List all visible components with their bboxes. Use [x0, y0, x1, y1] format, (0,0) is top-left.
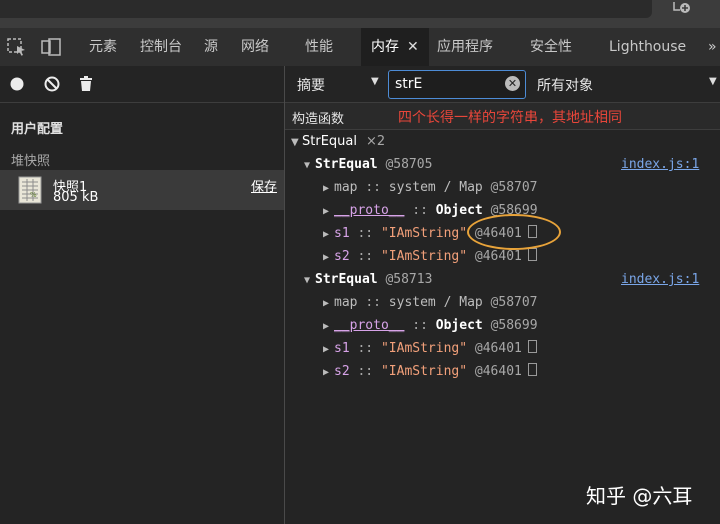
perspective-select[interactable]: 摘要 [297, 75, 325, 95]
expand-triangle-icon[interactable]: ▶ [323, 246, 334, 269]
heap-snapshots-section-title: 堆快照 [11, 154, 51, 169]
table-row[interactable]: ▶ map :: system / Map @58707 [285, 176, 720, 199]
tab-performance[interactable]: 性能 [305, 28, 333, 66]
chevron-down-icon[interactable]: ▼ [709, 76, 717, 87]
expand-triangle-icon[interactable]: ▼ [304, 269, 315, 292]
expand-triangle-icon[interactable]: ▶ [323, 223, 334, 246]
table-row[interactable]: ▶ s2 :: "IAmString" @46401 [285, 360, 720, 383]
expand-triangle-icon[interactable]: ▶ [323, 361, 334, 384]
tab-sources[interactable]: 源 [204, 28, 218, 66]
expand-triangle-icon[interactable]: ▶ [323, 292, 334, 315]
tab-elements[interactable]: 元素 [89, 28, 117, 66]
snapshot-list-item[interactable]: % 快照1 805 kB 保存 [0, 170, 284, 210]
close-tab-icon[interactable]: ✕ [407, 39, 419, 55]
table-row[interactable]: ▼ StrEqual @58705 index.js:1 [285, 153, 720, 176]
constructor-group-row[interactable]: ▼ StrEqual ×2 [285, 130, 720, 153]
table-header: 构造函数 四个长得一样的字符串，其地址相同 [285, 103, 720, 130]
store-as-global-icon[interactable] [527, 248, 537, 261]
table-row[interactable]: ▶ map :: system / Map @58707 [285, 291, 720, 314]
expand-triangle-icon[interactable]: ▶ [323, 177, 334, 200]
save-snapshot-link[interactable]: 保存 [251, 176, 277, 195]
class-filter-value[interactable]: strE [395, 76, 422, 92]
heap-snapshot-view: 摘要 ▼ strE ✕ 所有对象 ▼ 构造函数 四个长得一样的字符串，其地址相同… [285, 66, 720, 524]
tab-lighthouse[interactable]: Lighthouse [609, 28, 686, 66]
store-as-global-icon[interactable] [527, 363, 537, 376]
class-filter-input[interactable]: strE ✕ [388, 70, 526, 99]
table-row[interactable]: ▼ StrEqual @58713 index.js:1 [285, 268, 720, 291]
expand-triangle-icon[interactable]: ▼ [291, 131, 302, 154]
highlight-circle [467, 214, 561, 250]
window-top-strip [0, 0, 720, 28]
more-tabs-icon[interactable]: » [708, 28, 717, 66]
snapshot-size: 805 kB [53, 190, 99, 205]
devtools-tab-bar: 元素 控制台 源 网络 性能 内存 ✕ 应用程序 安全性 Lighthouse » [0, 28, 720, 67]
add-icon[interactable] [670, 0, 694, 16]
address-bar-remnant [0, 0, 652, 18]
record-icon[interactable] [8, 74, 28, 94]
object-filter-select[interactable]: 所有对象 [537, 75, 593, 95]
annotation-text: 四个长得一样的字符串，其地址相同 [398, 110, 622, 126]
clear-filter-icon[interactable]: ✕ [505, 76, 520, 91]
table-row[interactable]: ▶ __proto__ :: Object @58699 [285, 314, 720, 337]
device-toolbar-icon[interactable] [40, 36, 62, 58]
source-link[interactable]: index.js:1 [621, 153, 699, 176]
expand-triangle-icon[interactable]: ▶ [323, 200, 334, 223]
tab-security[interactable]: 安全性 [530, 28, 572, 66]
store-as-global-icon[interactable] [527, 340, 537, 353]
source-link[interactable]: index.js:1 [621, 268, 699, 291]
tab-application[interactable]: 应用程序 [437, 28, 493, 66]
snapshot-toolbar: 摘要 ▼ strE ✕ 所有对象 ▼ [285, 66, 720, 103]
tab-console[interactable]: 控制台 [140, 28, 182, 66]
profiles-toolbar [0, 66, 284, 103]
trash-icon[interactable] [76, 74, 96, 94]
inspect-element-icon[interactable] [6, 36, 28, 58]
expand-triangle-icon[interactable]: ▶ [323, 338, 334, 361]
table-row[interactable]: ▶ s1 :: "IAmString" @46401 [285, 337, 720, 360]
profiles-sidebar: 用户配置 堆快照 % 快照1 805 kB 保存 [0, 66, 285, 524]
expand-triangle-icon[interactable]: ▶ [323, 315, 334, 338]
tab-memory[interactable]: 内存 ✕ [361, 28, 429, 66]
profiles-heading: 用户配置 [11, 122, 64, 137]
expand-triangle-icon[interactable]: ▼ [304, 154, 315, 177]
svg-text:%: % [30, 191, 37, 199]
constructor-column-header[interactable]: 构造函数 [292, 108, 344, 127]
clear-all-icon[interactable] [42, 74, 62, 94]
snapshot-file-icon: % [18, 176, 42, 204]
chevron-down-icon[interactable]: ▼ [371, 76, 379, 87]
tab-network[interactable]: 网络 [241, 28, 269, 66]
watermark: 知乎 @六耳 [586, 484, 693, 508]
